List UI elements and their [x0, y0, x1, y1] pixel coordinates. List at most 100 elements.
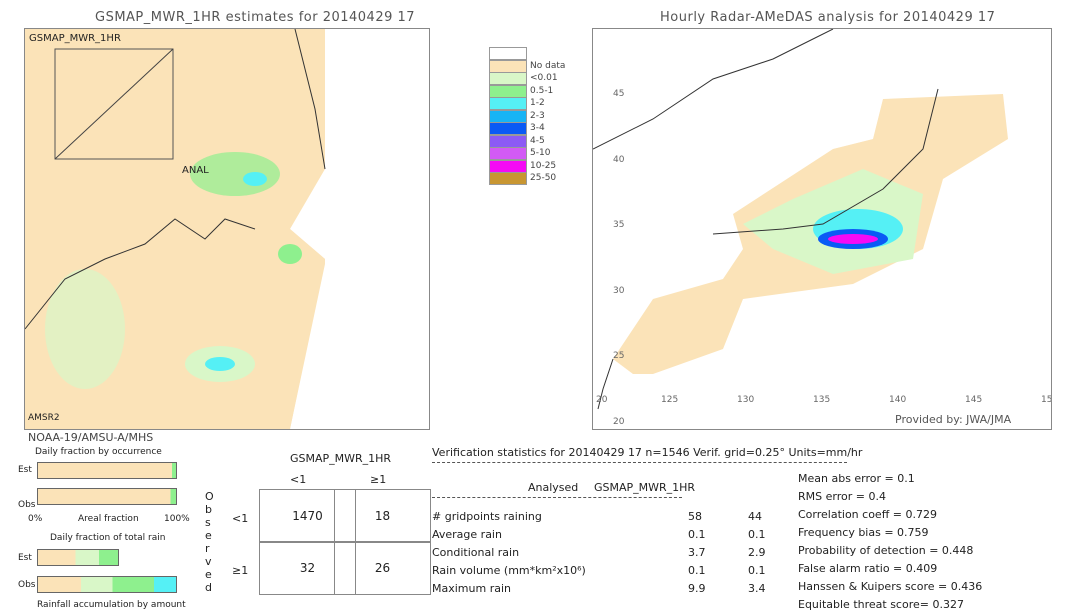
divider — [432, 462, 847, 463]
legend-swatch — [489, 72, 527, 85]
rain-area — [45, 269, 125, 389]
stat-row-label: # gridpoints raining — [432, 510, 542, 523]
stat-analysed: 3.7 — [688, 546, 706, 559]
total-rain-title: Daily fraction of total rain — [50, 533, 166, 543]
score-line: Mean abs error = 0.1 — [798, 472, 915, 485]
verification-header: Verification statistics for 20140429 17 … — [432, 446, 863, 459]
legend-label: 3-4 — [530, 123, 545, 133]
score-line: Equitable threat score= 0.327 — [798, 598, 964, 611]
stat-analysed: 9.9 — [688, 582, 706, 595]
sensor-label: AMSR2 — [28, 413, 60, 423]
right-map-canvas — [593, 29, 1008, 410]
lon-tick: 130 — [737, 395, 755, 405]
lat-tick: 20 — [613, 416, 625, 427]
stat-row-label: Maximum rain — [432, 582, 511, 595]
stat-est: 0.1 — [748, 564, 766, 577]
occurrence-est-bar — [37, 462, 177, 479]
lat-tick: 30 — [613, 285, 625, 296]
score-line: False alarm ratio = 0.409 — [798, 562, 938, 575]
lon-tick: 20 — [596, 395, 608, 405]
total-rain-obs-bar — [37, 576, 177, 593]
rain-area — [278, 244, 302, 264]
legend-swatch — [489, 122, 527, 135]
lon-tick: 15 — [1041, 395, 1052, 405]
est-label: Est — [18, 465, 32, 475]
axis-left: 0% — [28, 514, 43, 524]
lat-tick: 35 — [613, 220, 625, 230]
score-line: RMS error = 0.4 — [798, 490, 886, 503]
legend-swatch — [489, 109, 527, 123]
legend-label: 2-3 — [530, 110, 545, 121]
legend-label: 25-50 — [530, 173, 557, 183]
legend-label: 1-2 — [530, 98, 545, 108]
legend-swatch — [489, 134, 527, 148]
col-ge: ≥1 — [370, 473, 387, 486]
total-rain-est-bar — [37, 549, 119, 566]
total-rain-footer: Rainfall accumulation by amount — [37, 600, 186, 610]
stat-est: 3.4 — [748, 582, 766, 595]
legend-label: 4-5 — [530, 135, 545, 146]
occurrence-title: Daily fraction by occurrence — [35, 447, 162, 457]
legend-swatch — [489, 159, 527, 173]
contingency-title: GSMAP_MWR_1HR — [290, 452, 392, 465]
legend-swatch — [489, 59, 527, 73]
legend-swatch — [489, 172, 527, 185]
legend-swatch — [489, 84, 527, 98]
lat-tick: 40 — [613, 154, 625, 165]
stat-row-label: Conditional rain — [432, 546, 520, 559]
lat-tick: 25 — [613, 351, 625, 361]
lon-tick: 135 — [813, 395, 831, 405]
est-label: Est — [18, 553, 32, 563]
stat-analysed: 0.1 — [688, 564, 706, 577]
col-lt: <1 — [290, 473, 307, 486]
row-lt: <1 — [232, 512, 249, 525]
divider — [432, 497, 682, 498]
left-map-title: GSMAP_MWR_1HR estimates for 20140429 17 — [95, 10, 416, 25]
right-map-title: Hourly Radar-AMeDAS analysis for 2014042… — [660, 10, 996, 25]
stat-est: 2.9 — [748, 546, 766, 559]
col-est: GSMAP_MWR_1HR — [594, 481, 696, 494]
stat-row-label: Average rain — [432, 528, 502, 541]
stat-est: 0.1 — [748, 528, 766, 541]
obs-label: Obs — [18, 580, 36, 590]
rain-area — [828, 234, 878, 244]
cell-hit: 26 — [334, 541, 431, 595]
stat-analysed: 58 — [688, 510, 702, 523]
observed-label: Observed — [205, 490, 214, 594]
score-line: Correlation coeff = 0.729 — [798, 508, 937, 521]
rain-area — [205, 357, 235, 371]
legend-label: 10-25 — [530, 160, 557, 171]
lat-tick: 45 — [613, 89, 625, 99]
stat-row-label: Rain volume (mm*km²x10⁶) — [432, 564, 586, 577]
right-map: 45 40 35 30 25 20 20 125 130 135 140 145 15 Provided… — [592, 28, 1052, 430]
legend-label: 0.5-1 — [530, 85, 554, 96]
legend-label: No data — [530, 60, 566, 71]
legend-label: <0.01 — [530, 73, 558, 83]
verification-figure: GSMAP_MWR_1HR estimates for 20140429 17 … — [0, 0, 1080, 612]
legend-swatch — [489, 47, 527, 60]
obs-label: Obs — [18, 500, 36, 510]
lon-tick: 145 — [965, 395, 983, 405]
coastline — [593, 29, 834, 150]
score-line: Hanssen & Kuipers score = 0.436 — [798, 580, 983, 593]
score-line: Probability of detection = 0.448 — [798, 544, 974, 557]
legend-swatch — [489, 147, 527, 160]
satellite-label: NOAA-19/AMSU-A/MHS — [28, 431, 154, 444]
row-ge: ≥1 — [232, 564, 249, 577]
occurrence-obs-bar — [37, 488, 177, 505]
stat-analysed: 0.1 — [688, 528, 706, 541]
inset-xlabel: ANAL — [182, 165, 209, 176]
axis-right: 100% — [164, 514, 190, 524]
rain-area — [243, 172, 267, 186]
legend-label: 5-10 — [530, 148, 551, 158]
col-analysed: Analysed — [528, 481, 579, 494]
left-map-canvas — [25, 29, 326, 429]
inset-title: GSMAP_MWR_1HR — [29, 33, 121, 44]
legend-swatch — [489, 97, 527, 110]
score-line: Frequency bias = 0.759 — [798, 526, 929, 539]
lon-tick: 125 — [661, 395, 679, 405]
lon-tick: 140 — [889, 395, 907, 405]
credit: Provided by: JWA/JMA — [895, 413, 1012, 426]
stat-est: 44 — [748, 510, 762, 523]
left-map: GSMAP_MWR_1HR ANAL AMSR2 — [24, 28, 430, 430]
